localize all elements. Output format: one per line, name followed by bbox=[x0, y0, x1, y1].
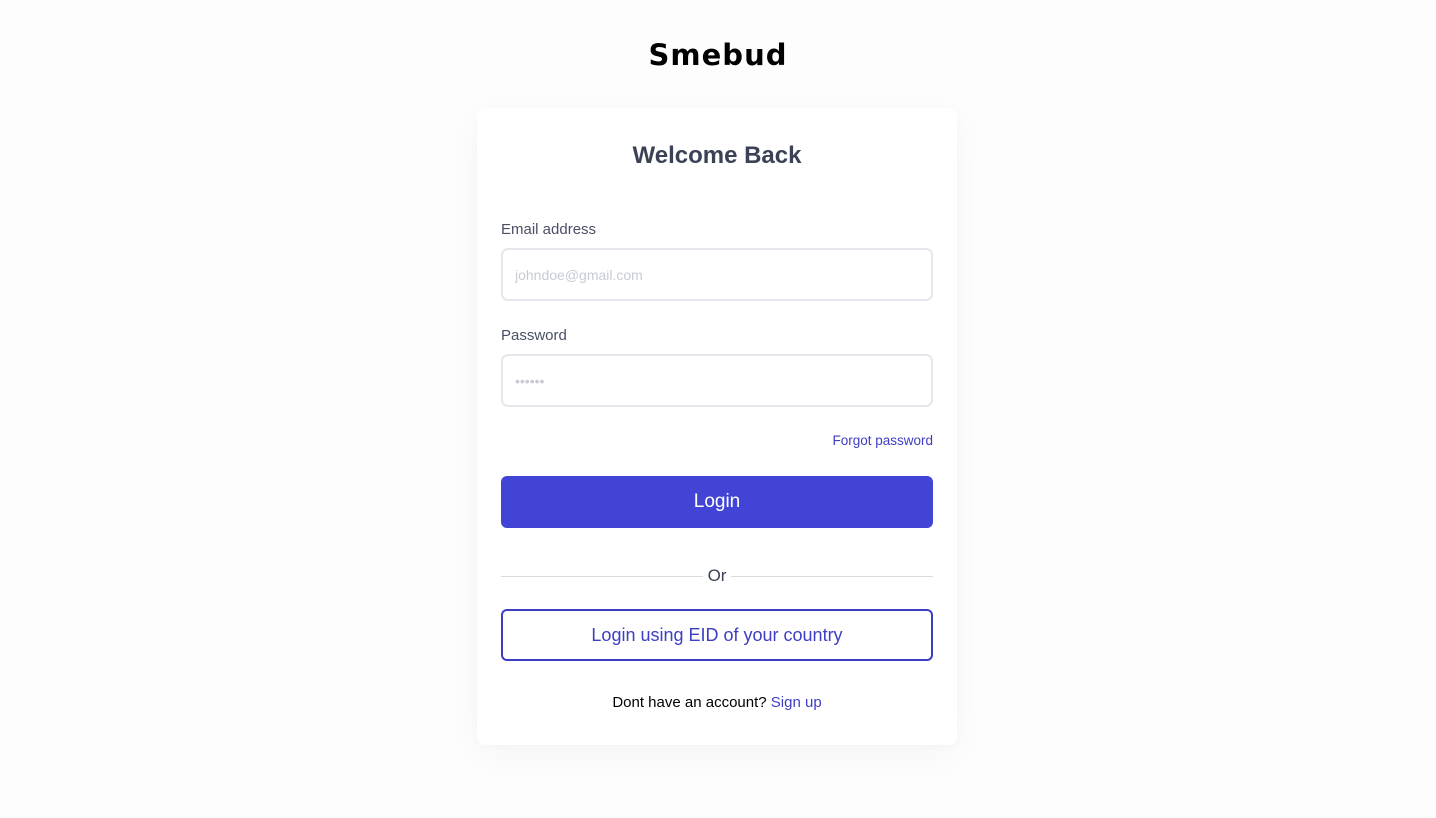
divider-line-left bbox=[501, 575, 703, 577]
login-card: Welcome Back Email address Password Forg… bbox=[477, 108, 957, 745]
brand-logo-text: Smebud bbox=[648, 38, 788, 72]
signup-link[interactable]: Sign up bbox=[771, 694, 822, 711]
email-label: Email address bbox=[501, 221, 597, 238]
eid-login-button[interactable]: Login using EID of your country bbox=[501, 609, 933, 661]
email-field[interactable] bbox=[501, 248, 933, 301]
signup-prompt: Dont have an account? bbox=[612, 694, 771, 711]
divider-label: Or bbox=[707, 566, 727, 585]
password-label: Password bbox=[501, 327, 567, 344]
signup-row: Dont have an account? Sign up bbox=[477, 693, 957, 713]
or-divider: Or bbox=[501, 566, 934, 586]
login-button[interactable]: Login bbox=[501, 476, 933, 528]
password-field[interactable] bbox=[501, 354, 933, 407]
forgot-password-link[interactable]: Forgot password bbox=[832, 432, 933, 450]
divider-line-right bbox=[731, 575, 934, 577]
page-title: Welcome Back bbox=[632, 142, 802, 169]
